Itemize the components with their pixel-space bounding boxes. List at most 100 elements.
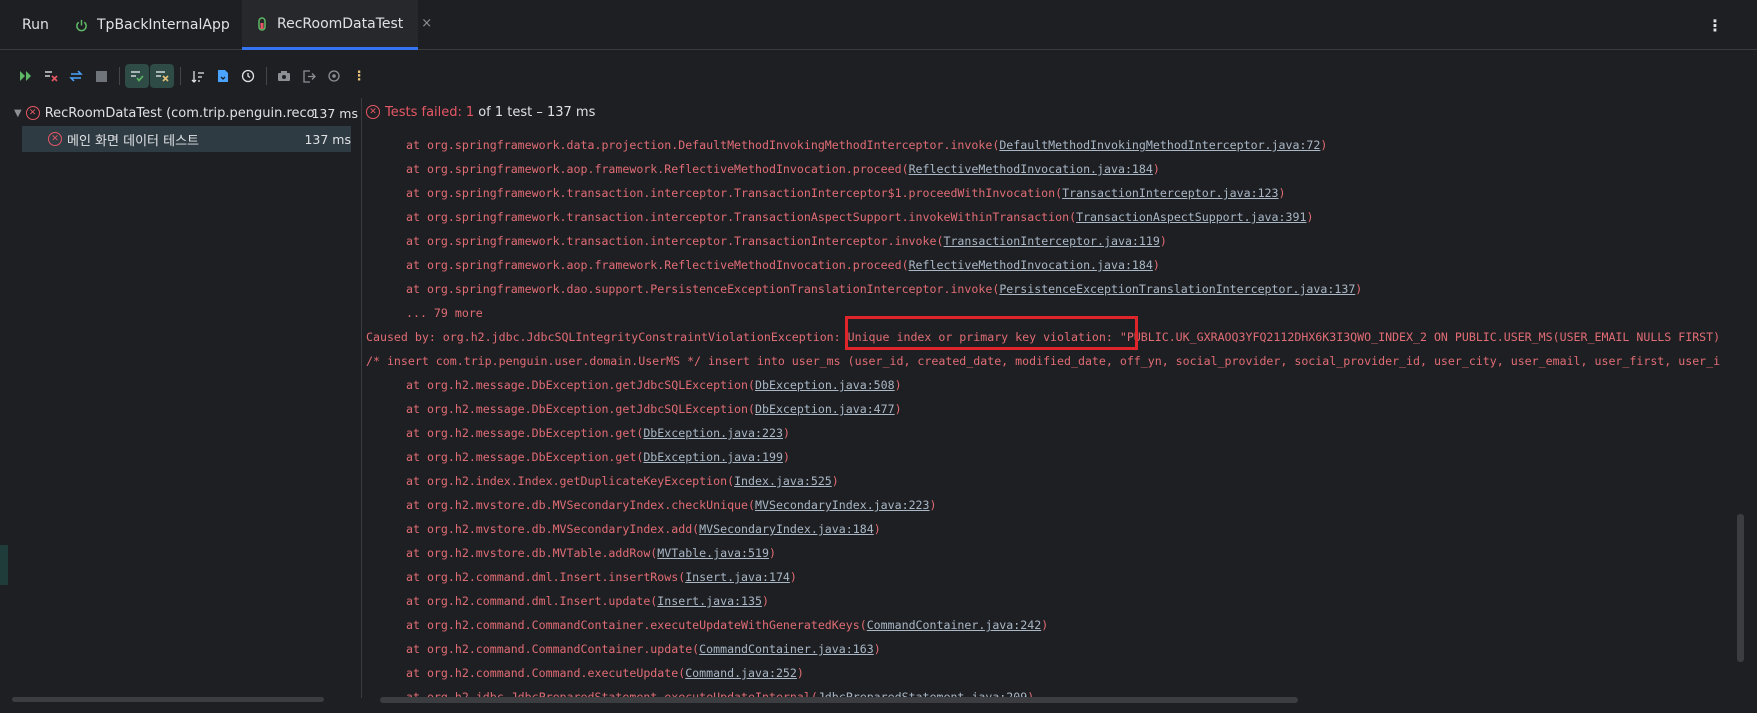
console-line-text: at org.h2.command.Command.executeUpdate( bbox=[406, 666, 686, 680]
source-link[interactable]: MVSecondaryIndex.java:223 bbox=[755, 498, 930, 512]
source-link[interactable]: DbException.java:199 bbox=[643, 450, 783, 464]
console-line: at org.h2.command.CommandContainer.execu… bbox=[366, 613, 1048, 637]
console-line-text: ... 79 more bbox=[406, 306, 483, 320]
source-link[interactable]: ReflectiveMethodInvocation.java:184 bbox=[909, 162, 1153, 176]
console-line-text: at org.h2.command.dml.Insert.update( bbox=[406, 594, 658, 608]
toggle-auto-test-icon[interactable] bbox=[64, 64, 88, 88]
show-ignored-icon[interactable] bbox=[150, 64, 174, 88]
close-icon[interactable]: × bbox=[421, 16, 432, 31]
tree-child-duration: 137 ms bbox=[304, 131, 351, 147]
more-icon[interactable]: ⋮ bbox=[347, 64, 371, 88]
source-link[interactable]: MVTable.java:519 bbox=[657, 546, 769, 560]
tool-window-tabbar: Run TpBackInternalApp × RecRoomDataTest … bbox=[0, 0, 1757, 50]
source-link[interactable]: DbException.java:508 bbox=[755, 378, 895, 392]
chevron-down-icon[interactable]: ▼ bbox=[14, 108, 22, 119]
source-link[interactable]: MVSecondaryIndex.java:184 bbox=[699, 522, 874, 536]
console-line-text: at org.h2.message.DbException.get( bbox=[406, 450, 644, 464]
source-link[interactable]: Insert.java:174 bbox=[685, 570, 790, 584]
tree-root-label: RecRoomDataTest (com.trip.penguin.recom bbox=[44, 105, 315, 121]
console-line: at org.h2.command.Command.executeUpdate(… bbox=[366, 661, 804, 685]
console-line: ... 79 more bbox=[366, 301, 483, 325]
console-line-suffix: ) bbox=[1041, 618, 1049, 632]
settings-icon[interactable] bbox=[322, 64, 346, 88]
show-passed-icon[interactable] bbox=[125, 64, 149, 88]
source-link[interactable]: DefaultMethodInvokingMethodInterceptor.j… bbox=[999, 138, 1320, 152]
console-line-text: at org.springframework.transaction.inter… bbox=[406, 234, 944, 248]
console-line-text: at org.h2.command.dml.Insert.insertRows( bbox=[406, 570, 686, 584]
console-line-text: at org.h2.mvstore.db.MVSecondaryIndex.ch… bbox=[406, 498, 756, 512]
source-link[interactable]: TransactionInterceptor.java:123 bbox=[1062, 186, 1278, 200]
console-line: at org.h2.mvstore.db.MVTable.addRow(MVTa… bbox=[366, 541, 776, 565]
source-link[interactable]: TransactionAspectSupport.java:391 bbox=[1076, 210, 1306, 224]
console-line-suffix: ) bbox=[1355, 282, 1363, 296]
console-line: /* insert com.trip.penguin.user.domain.U… bbox=[366, 349, 1720, 373]
console-line: at org.h2.command.dml.Insert.update(Inse… bbox=[366, 589, 769, 613]
sort-icon[interactable] bbox=[186, 64, 210, 88]
source-link[interactable]: DbException.java:223 bbox=[643, 426, 783, 440]
console-line-suffix: ) bbox=[1320, 138, 1328, 152]
console-line-text: at org.h2.mvstore.db.MVTable.addRow( bbox=[406, 546, 658, 560]
source-link[interactable]: PersistenceExceptionTranslationIntercept… bbox=[999, 282, 1355, 296]
console-line-text: at org.springframework.aop.framework.Ref… bbox=[406, 258, 909, 272]
tree-horizontal-scrollbar[interactable] bbox=[12, 697, 324, 702]
source-link[interactable]: Command.java:252 bbox=[685, 666, 797, 680]
stop-icon[interactable] bbox=[89, 64, 113, 88]
more-options-icon[interactable]: ⋮ bbox=[1707, 16, 1723, 35]
console-line: at org.springframework.transaction.inter… bbox=[366, 205, 1313, 229]
toolbar-divider bbox=[180, 67, 181, 85]
console-line-suffix: ) bbox=[894, 402, 902, 416]
console-line-suffix: ) bbox=[782, 450, 790, 464]
console-line-suffix: ) bbox=[1306, 210, 1314, 224]
console-horizontal-scrollbar[interactable] bbox=[380, 697, 1298, 703]
console-line: at org.springframework.transaction.inter… bbox=[366, 229, 1167, 253]
toolbar-divider bbox=[119, 67, 120, 85]
tab-recroomdatatest[interactable]: RecRoomDataTest × bbox=[242, 0, 432, 50]
test-runner-toolbar: ⋮ bbox=[0, 60, 372, 92]
screenshot-icon[interactable] bbox=[272, 64, 296, 88]
console-line-text: at org.h2.index.Index.getDuplicateKeyExc… bbox=[406, 474, 735, 488]
test-status: ✕ Tests failed: 1 of 1 test – 137 ms bbox=[366, 102, 595, 122]
run-tab-label: Run bbox=[22, 17, 49, 33]
tree-root-item[interactable]: ▼ ✕ RecRoomDataTest (com.trip.penguin.re… bbox=[0, 100, 358, 126]
power-icon bbox=[74, 18, 88, 32]
console-line: at org.h2.index.Index.getDuplicateKeyExc… bbox=[366, 469, 839, 493]
console-output[interactable]: at org.springframework.data.projection.D… bbox=[366, 133, 1740, 699]
source-link[interactable]: Index.java:525 bbox=[734, 474, 832, 488]
import-tests-icon[interactable] bbox=[211, 64, 235, 88]
console-line: at org.springframework.aop.framework.Ref… bbox=[366, 253, 1160, 277]
console-line-text: at org.springframework.data.projection.D… bbox=[406, 138, 1000, 152]
console-line-text: at org.springframework.dao.support.Persi… bbox=[406, 282, 1000, 296]
console-line-suffix: ) bbox=[1278, 186, 1286, 200]
console-line-suffix: ) bbox=[782, 426, 790, 440]
export-icon[interactable] bbox=[297, 64, 321, 88]
history-icon[interactable] bbox=[236, 64, 260, 88]
test-tree: ▼ ✕ RecRoomDataTest (com.trip.penguin.re… bbox=[0, 98, 362, 698]
tab-run[interactable]: Run bbox=[22, 0, 49, 50]
console-line: at org.springframework.data.projection.D… bbox=[366, 133, 1327, 157]
rerun-icon[interactable] bbox=[14, 64, 38, 88]
console-vertical-scrollbar[interactable] bbox=[1737, 514, 1744, 662]
tests-summary: of 1 test – 137 ms bbox=[478, 104, 596, 120]
source-link[interactable]: Insert.java:135 bbox=[657, 594, 762, 608]
tab-tpbackinternalapp[interactable]: TpBackInternalApp × bbox=[74, 0, 259, 50]
console-line-text: at org.h2.message.DbException.getJdbcSQL… bbox=[406, 402, 756, 416]
console-line: at org.h2.message.DbException.get(DbExce… bbox=[366, 445, 790, 469]
source-link[interactable]: ReflectiveMethodInvocation.java:184 bbox=[909, 258, 1153, 272]
console-line-text: at org.h2.mvstore.db.MVSecondaryIndex.ad… bbox=[406, 522, 700, 536]
source-link[interactable]: CommandContainer.java:242 bbox=[867, 618, 1042, 632]
tree-child-label: 메인 화면 데이터 테스트 bbox=[67, 133, 199, 149]
tree-child-item[interactable]: ✕ 메인 화면 데이터 테스트 137 ms bbox=[22, 126, 351, 152]
console-line-suffix: ) bbox=[873, 642, 881, 656]
console-line-suffix: ) bbox=[761, 594, 769, 608]
source-link[interactable]: DbException.java:477 bbox=[755, 402, 895, 416]
console-line-text: at org.h2.command.CommandContainer.updat… bbox=[406, 642, 700, 656]
console-line: at org.springframework.aop.framework.Ref… bbox=[366, 157, 1160, 181]
console-line-suffix: ) bbox=[1159, 234, 1167, 248]
console-line-suffix: ) bbox=[929, 498, 937, 512]
source-link[interactable]: CommandContainer.java:163 bbox=[699, 642, 874, 656]
source-link[interactable]: TransactionInterceptor.java:119 bbox=[943, 234, 1159, 248]
console-line-text: /* insert com.trip.penguin.user.domain.U… bbox=[366, 354, 1721, 368]
console-line-suffix: ) bbox=[789, 570, 797, 584]
rerun-failed-icon[interactable] bbox=[39, 64, 63, 88]
console-line-suffix: ) bbox=[796, 666, 804, 680]
